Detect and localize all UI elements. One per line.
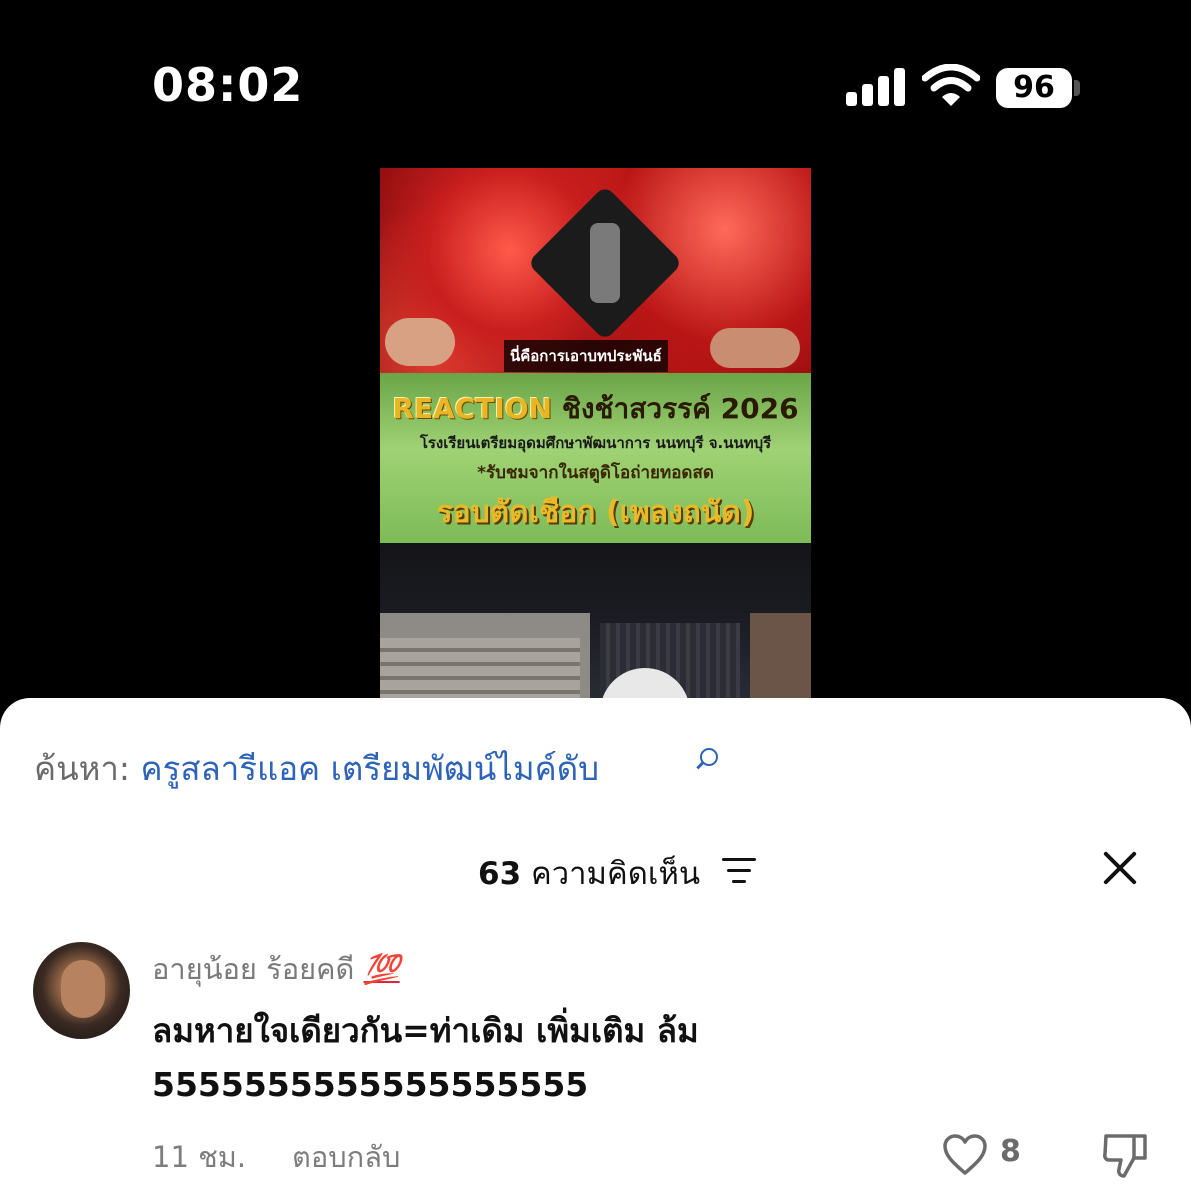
banner-school: โรงเรียนเตรียมอุดมศึกษาพัฒนาการ นนทบุรี …	[419, 434, 772, 452]
hand-left	[385, 318, 455, 366]
search-prefix: ค้นหา:	[34, 749, 131, 788]
reply-button[interactable]: ตอบกลับ	[292, 1134, 400, 1180]
cellular-signal-icon	[846, 68, 906, 106]
battery-tip	[1074, 80, 1080, 96]
banner-note: *รับชมจากในสตูดิโอถ่ายทอดสด	[477, 463, 714, 483]
hundred-points-icon: 💯	[363, 952, 400, 986]
wifi-icon	[922, 64, 980, 106]
heart-icon[interactable]	[942, 1134, 988, 1176]
search-suggestion[interactable]: ค้นหา: ครูสลารีแอค เตรียมพัฒน์ไมค์ดับ	[34, 742, 599, 795]
thumbs-down-icon[interactable]	[1100, 1130, 1150, 1180]
close-icon[interactable]	[1100, 848, 1140, 888]
avatar-face	[61, 960, 105, 1018]
video-player[interactable]: นี่คือการเอาบทประพันธ์ REACTION ชิงช้าสว…	[380, 168, 811, 708]
brooch	[590, 223, 620, 303]
stage-prop-right	[750, 613, 811, 708]
battery-icon: 96	[996, 68, 1072, 108]
comments-header: 63 ความคิดเห็น	[478, 848, 700, 898]
clock: 08:02	[152, 58, 304, 112]
banner-title-en: REACTION	[392, 392, 553, 425]
search-icon[interactable]	[700, 748, 718, 766]
video-frame-bottom	[380, 543, 811, 708]
status-bar: 08:02 96	[0, 0, 1191, 170]
like-count: 8	[1000, 1134, 1021, 1169]
comments-sheet: ค้นหา: ครูสลารีแอค เตรียมพัฒน์ไมค์ดับ 63…	[0, 698, 1191, 1200]
banner-title-th: ชิงช้าสวรรค์ 2026	[561, 392, 799, 425]
video-frame-top: นี่คือการเอาบทประพันธ์	[380, 168, 811, 373]
comments-label: ความคิดเห็น	[531, 856, 701, 892]
comment-time: 11 ชม.	[152, 1140, 247, 1174]
comments-count: 63	[478, 856, 522, 892]
comment-item: อายุน้อย ร้อยคดี 💯 ลมหายใจเดียวกัน=ท่าเด…	[0, 938, 1191, 1200]
video-banner: REACTION ชิงช้าสวรรค์ 2026 โรงเรียนเตรีย…	[380, 373, 811, 543]
avatar[interactable]	[33, 942, 130, 1039]
banner-title: REACTION ชิงช้าสวรรค์ 2026	[380, 387, 811, 431]
search-query-link[interactable]: ครูสลารีแอค เตรียมพัฒน์ไมค์ดับ	[141, 749, 600, 788]
comment-text: ลมหายใจเดียวกัน=ท่าเดิม เพิ่มเติม ล้ม 55…	[152, 1011, 699, 1104]
banner-round: รอบตัดเชือก (เพลงถนัด)	[436, 495, 755, 530]
hand-right	[710, 328, 800, 368]
video-caption: นี่คือการเอาบทประพันธ์	[504, 340, 668, 372]
comment-username[interactable]: อายุน้อย ร้อยคดี 💯	[152, 946, 400, 992]
battery-level: 96	[1013, 70, 1055, 105]
username-text: อายุน้อย ร้อยคดี	[152, 952, 355, 986]
sort-icon[interactable]	[722, 858, 758, 884]
